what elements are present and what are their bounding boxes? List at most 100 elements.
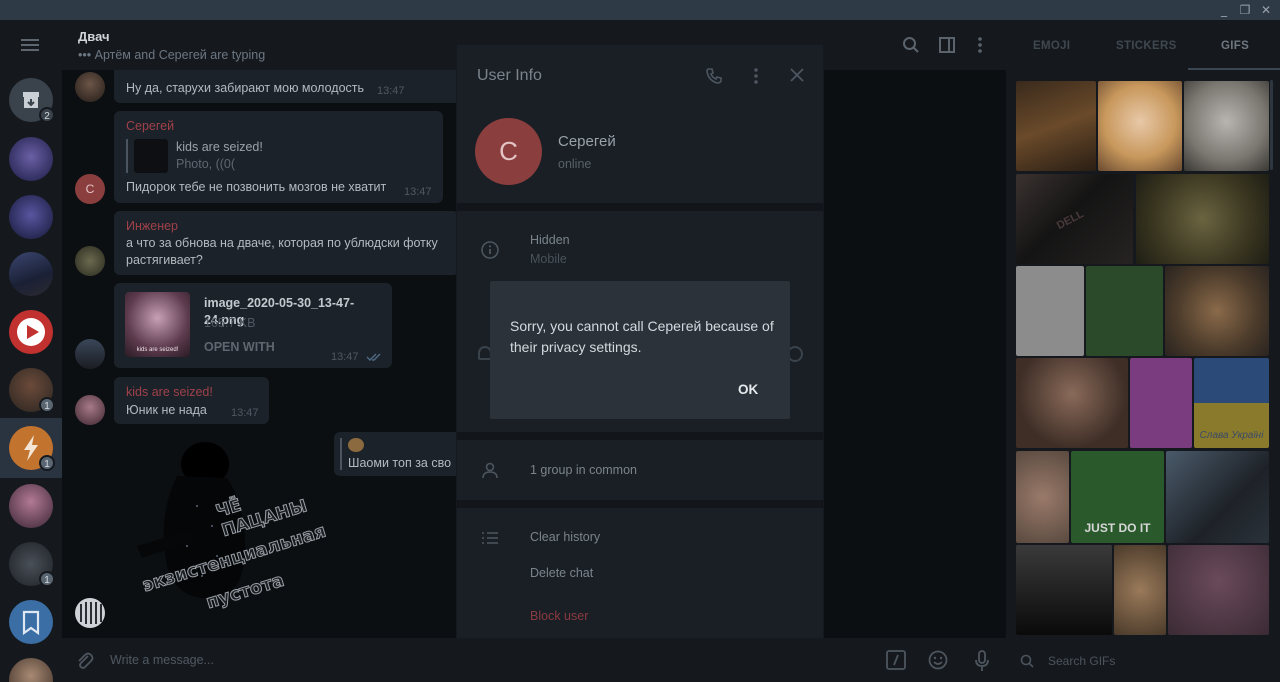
gif-item[interactable] — [1098, 81, 1182, 171]
chat-avatar[interactable]: 1 — [9, 542, 55, 587]
file-size: 165.7 KB — [204, 316, 256, 330]
message-bubble[interactable]: Ну да, старухи забирают мою молодость 13… — [114, 70, 469, 103]
sender-name[interactable]: kids are seized! — [126, 385, 213, 399]
tab-stickers[interactable]: STICKERS — [1116, 40, 1177, 52]
groups-in-common[interactable]: 1 group in common — [530, 463, 637, 477]
panel-title: User Info — [477, 67, 542, 84]
block-user-button[interactable]: Block user — [530, 609, 588, 623]
saved-messages-avatar[interactable] — [9, 600, 53, 644]
chat-avatar[interactable] — [9, 658, 53, 682]
maximize-icon[interactable]: ❐ — [1237, 2, 1253, 18]
user-name: Серегей — [558, 133, 616, 150]
message-bubble[interactable]: Инженер а что за обнова на дваче, котора… — [114, 211, 459, 275]
section-divider — [457, 432, 823, 440]
message-time: 13:47 — [404, 186, 432, 198]
bookmark-icon — [22, 610, 40, 636]
gif-item[interactable] — [1086, 266, 1163, 356]
privacy-dialog: Sorry, you cannot call Серегей because o… — [490, 281, 790, 419]
sender-avatar[interactable] — [75, 339, 105, 369]
tab-gifs[interactable]: GIFS — [1221, 40, 1249, 52]
gif-item[interactable] — [1136, 174, 1269, 264]
play-icon — [17, 318, 45, 346]
reply-bar — [126, 139, 128, 173]
gif-caption: Слава Україні — [1199, 430, 1264, 441]
open-with-button[interactable]: OPEN WITH — [204, 339, 275, 356]
telegram-window: _ ❐ ✕ 2 1 1 1 Двач ••• Артём and Серегей… — [0, 0, 1280, 682]
sender-avatar[interactable] — [75, 598, 105, 628]
gif-item[interactable] — [1130, 358, 1192, 448]
menu-icon[interactable] — [21, 39, 39, 51]
active-tab-indicator — [1188, 68, 1280, 70]
chat-list-sidebar: 2 1 1 1 — [0, 20, 62, 682]
title-bar: _ ❐ ✕ — [0, 0, 1280, 20]
sticker[interactable]: ЧЁ ПАЦАНЫ экзистенциальная пустота — [117, 436, 329, 614]
more-menu-icon[interactable] — [976, 36, 984, 58]
chat-avatar[interactable] — [9, 195, 53, 239]
avatar[interactable]: С — [475, 118, 542, 185]
message-composer — [62, 638, 1006, 682]
gif-item[interactable] — [1016, 266, 1084, 356]
gif-item[interactable] — [1184, 81, 1269, 171]
sidebar-toggle-icon[interactable] — [938, 36, 956, 58]
sender-avatar[interactable] — [75, 395, 105, 425]
file-thumbnail[interactable]: kids are seized! — [125, 292, 190, 357]
sender-avatar[interactable]: С — [75, 174, 105, 204]
message-text: Юник не нада — [126, 403, 207, 417]
scrollbar[interactable] — [1270, 80, 1273, 170]
chat-avatar[interactable] — [9, 484, 53, 528]
gif-item[interactable]: DELL — [1016, 174, 1133, 264]
search-gifs-input[interactable]: Search GIFs — [1048, 654, 1115, 668]
chat-title[interactable]: Двач — [78, 29, 110, 44]
file-message-bubble[interactable]: kids are seized! image_2020-05-30_13-47-… — [114, 283, 392, 368]
message-input[interactable] — [110, 650, 710, 670]
search-icon[interactable] — [902, 36, 920, 58]
message-bubble[interactable]: Шаоми топ за сво — [334, 432, 464, 476]
chat-avatar[interactable]: 1 — [9, 368, 55, 413]
delete-chat-button[interactable]: Delete chat — [530, 566, 593, 580]
clear-history-button[interactable]: Clear history — [530, 530, 600, 544]
message-bubble[interactable]: kids are seized! Юник не нада 13:47 — [114, 377, 269, 424]
microphone-icon[interactable] — [973, 650, 991, 677]
emoji-icon[interactable] — [928, 650, 948, 675]
sender-name[interactable]: Серегей — [126, 119, 174, 133]
gif-item[interactable]: Слава Україні — [1194, 358, 1269, 448]
sender-avatar[interactable] — [75, 72, 105, 102]
gif-item[interactable] — [1114, 545, 1166, 635]
gif-item[interactable] — [1016, 451, 1069, 543]
attach-icon[interactable] — [74, 650, 94, 675]
section-divider — [457, 500, 823, 508]
chat-avatar[interactable] — [9, 137, 53, 181]
bot-commands-icon[interactable] — [886, 650, 906, 675]
gif-item[interactable]: JUST DO IT — [1071, 451, 1164, 543]
gif-item[interactable] — [1016, 358, 1128, 448]
sender-avatar[interactable] — [75, 246, 105, 276]
section-divider — [457, 203, 823, 211]
archive-chat-avatar[interactable]: 2 — [9, 78, 55, 123]
tab-emoji[interactable]: EMOJI — [1033, 40, 1070, 52]
phone-icon[interactable] — [705, 67, 723, 90]
message-text-line: растягивает? — [126, 253, 203, 267]
chat-avatar-active[interactable]: 1 — [9, 426, 55, 471]
close-icon[interactable] — [789, 67, 805, 88]
close-window-icon[interactable]: ✕ — [1258, 2, 1274, 18]
youtube-chat-avatar[interactable] — [9, 310, 53, 354]
ok-button[interactable]: OK — [738, 382, 758, 397]
message-time: 13:47 — [377, 85, 405, 97]
minimize-icon[interactable]: _ — [1216, 2, 1232, 18]
reply-icon — [348, 438, 364, 452]
unread-badge: 1 — [39, 397, 55, 413]
gif-item[interactable] — [1016, 81, 1096, 171]
gif-caption: JUST DO IT — [1084, 521, 1151, 535]
message-bubble[interactable]: Серегей kids are seized! Photo, ((0( Пид… — [114, 111, 443, 203]
gif-item[interactable] — [1165, 266, 1269, 356]
phone-number[interactable]: Hidden — [530, 233, 570, 247]
chat-avatar[interactable] — [9, 252, 53, 296]
gif-item[interactable] — [1166, 451, 1269, 543]
reply-title[interactable]: kids are seized! — [176, 139, 263, 156]
gif-item[interactable] — [1168, 545, 1269, 635]
typing-status: ••• Артём and Серегей are typing — [78, 48, 266, 62]
sender-name[interactable]: Инженер — [126, 219, 178, 233]
info-icon — [481, 241, 499, 263]
more-menu-icon[interactable] — [752, 67, 760, 90]
gif-item[interactable] — [1016, 545, 1112, 635]
